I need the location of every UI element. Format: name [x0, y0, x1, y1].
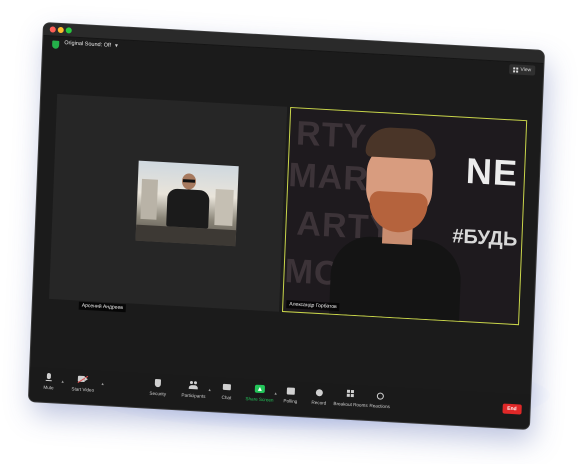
reactions-smiley-icon [375, 391, 385, 401]
mute-label: Mute [43, 384, 54, 391]
chat-label: Chat [221, 394, 232, 401]
end-meeting-button[interactable]: End [501, 403, 522, 415]
record-label: Record [311, 399, 327, 406]
participants-icon [189, 381, 199, 391]
chat-bubble-icon [222, 383, 232, 393]
breakout-rooms-button[interactable]: Breakout Rooms [333, 389, 368, 408]
maximize-window-button[interactable] [65, 27, 72, 34]
video-camera-off-icon [77, 375, 89, 385]
polling-label: Polling [283, 398, 298, 404]
breakout-rooms-icon [346, 390, 356, 400]
share-screen-icon [255, 385, 265, 395]
participant-avatar-photo [135, 160, 239, 247]
security-shield-icon [153, 379, 163, 389]
share-screen-button[interactable]: Share Screen [245, 384, 274, 403]
security-button[interactable]: Security [149, 379, 166, 397]
chevron-down-icon: ▼ [113, 42, 120, 50]
start-video-label: Start Video [71, 386, 95, 393]
share-options-caret[interactable]: ▲ [274, 391, 278, 396]
audio-options-caret[interactable]: ▲ [61, 379, 65, 384]
backdrop-brand-text: NE [465, 149, 519, 194]
original-sound-label: Original Sound: Off [64, 40, 112, 49]
start-video-button[interactable]: Start Video [71, 374, 95, 393]
share-screen-label: Share Screen [245, 396, 274, 403]
view-button[interactable]: View [509, 64, 536, 76]
reactions-label: Reactions [369, 403, 390, 410]
chat-button[interactable]: Chat [221, 383, 232, 401]
breakout-rooms-label: Breakout Rooms [333, 401, 368, 408]
original-sound-toggle[interactable]: Original Sound: Off ▼ [64, 40, 119, 49]
record-button[interactable]: Record [311, 388, 326, 406]
close-window-button[interactable] [49, 26, 56, 33]
zoom-window: Original Sound: Off ▼ View Арсений Андре… [28, 23, 544, 429]
stage: Original Sound: Off ▼ View Арсений Андре… [0, 0, 583, 464]
participant-tile-left[interactable] [49, 93, 288, 312]
video-options-caret[interactable]: ▲ [101, 381, 105, 386]
speaker-video-feed [328, 125, 467, 326]
security-label: Security [149, 390, 167, 397]
view-label: View [520, 66, 532, 74]
participant-name-left: Арсений Андреев [78, 301, 127, 313]
polling-icon [286, 386, 296, 396]
participants-label: Participants [181, 392, 206, 399]
participants-button[interactable]: Participants [181, 381, 206, 399]
participant-tile-active-speaker[interactable]: RTY MART ARTY MORT NE #БУДЬ Александр Го… [282, 106, 528, 326]
participant-name-right: Александр Горбатов [286, 300, 340, 312]
reactions-button[interactable]: Reactions [369, 391, 390, 409]
secure-shield-icon[interactable] [52, 40, 60, 49]
record-icon [314, 388, 324, 398]
polling-button[interactable]: Polling [283, 386, 297, 404]
microphone-icon [44, 373, 54, 383]
grid-view-icon [513, 66, 519, 73]
participants-options-caret[interactable]: ▲ [208, 387, 212, 392]
mute-button[interactable]: Mute [43, 373, 54, 391]
minimize-window-button[interactable] [57, 26, 64, 34]
